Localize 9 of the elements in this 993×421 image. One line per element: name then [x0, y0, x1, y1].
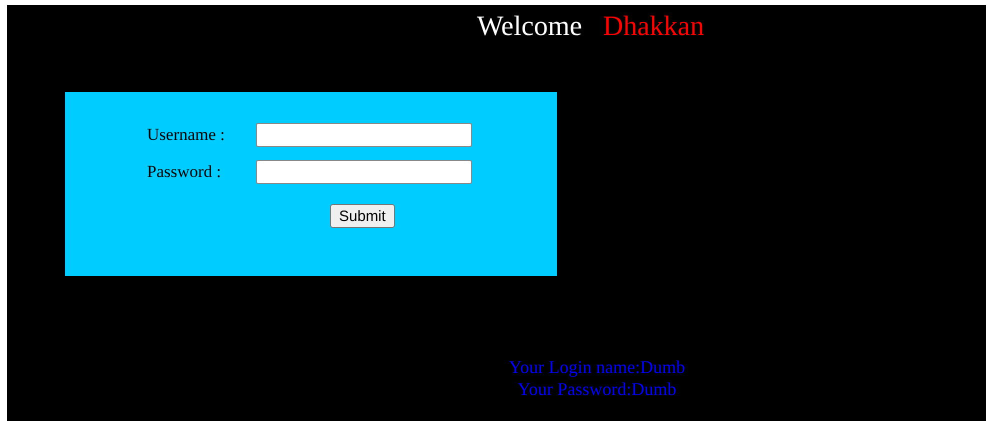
submit-button[interactable]: Submit [330, 204, 395, 228]
input-field[interactable] [256, 160, 472, 184]
field-label: Username : [147, 125, 226, 145]
result-text: Your Password:Dumb [516, 378, 678, 400]
user-name-heading: Dhakkan [603, 12, 704, 42]
result-text: Your Login name:Dumb [508, 356, 686, 378]
input-field[interactable] [256, 123, 472, 147]
welcome-heading: Welcome [477, 12, 582, 42]
field-label: Password : [147, 162, 222, 182]
